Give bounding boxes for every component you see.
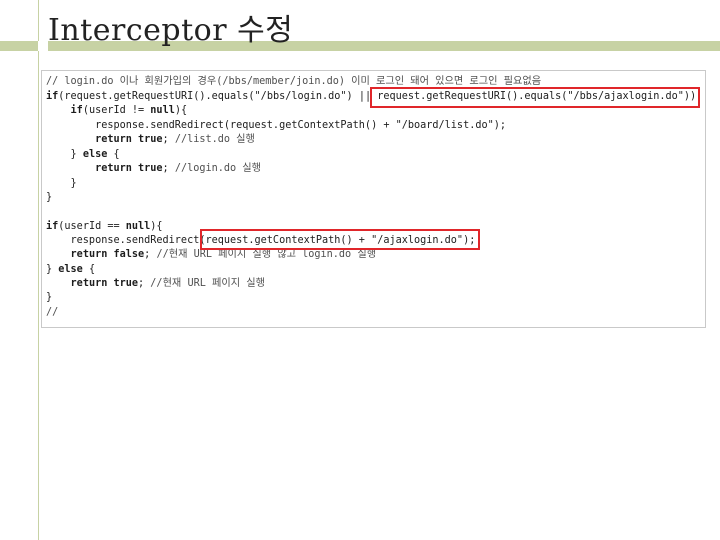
code-line: response.sendRedirect(request.getContext… xyxy=(46,120,507,131)
highlight-ajaxlogin-redirect xyxy=(200,229,480,250)
accent-vertical-line xyxy=(38,0,39,540)
code-line: return true; //login.do 실행 xyxy=(95,163,262,174)
code-line: } else { xyxy=(46,149,120,160)
code-line: } xyxy=(46,292,53,303)
slide-title: Interceptor 수정 xyxy=(48,13,294,48)
code-line: // xyxy=(46,307,59,318)
code-line: return true; //현재 URL 페이지 실행 xyxy=(70,278,265,289)
highlight-ajaxlogin-condition xyxy=(370,87,700,108)
code-line: } else { xyxy=(46,264,96,275)
code-line: } xyxy=(46,192,53,203)
accent-bar-left xyxy=(0,41,38,51)
code-line: if(userId != null){ xyxy=(70,105,188,116)
code-line: return false; //현재 URL 페이지 실행 않고 login.d… xyxy=(70,249,377,260)
code-line: if(userId == null){ xyxy=(46,221,163,232)
code-line: return true; //list.do 실행 xyxy=(95,134,255,145)
accent-bar-gap xyxy=(38,41,48,51)
code-block: // login.do 이나 회원가입의 경우(/bbs/member/join… xyxy=(41,70,706,328)
code-line: } xyxy=(46,178,77,189)
